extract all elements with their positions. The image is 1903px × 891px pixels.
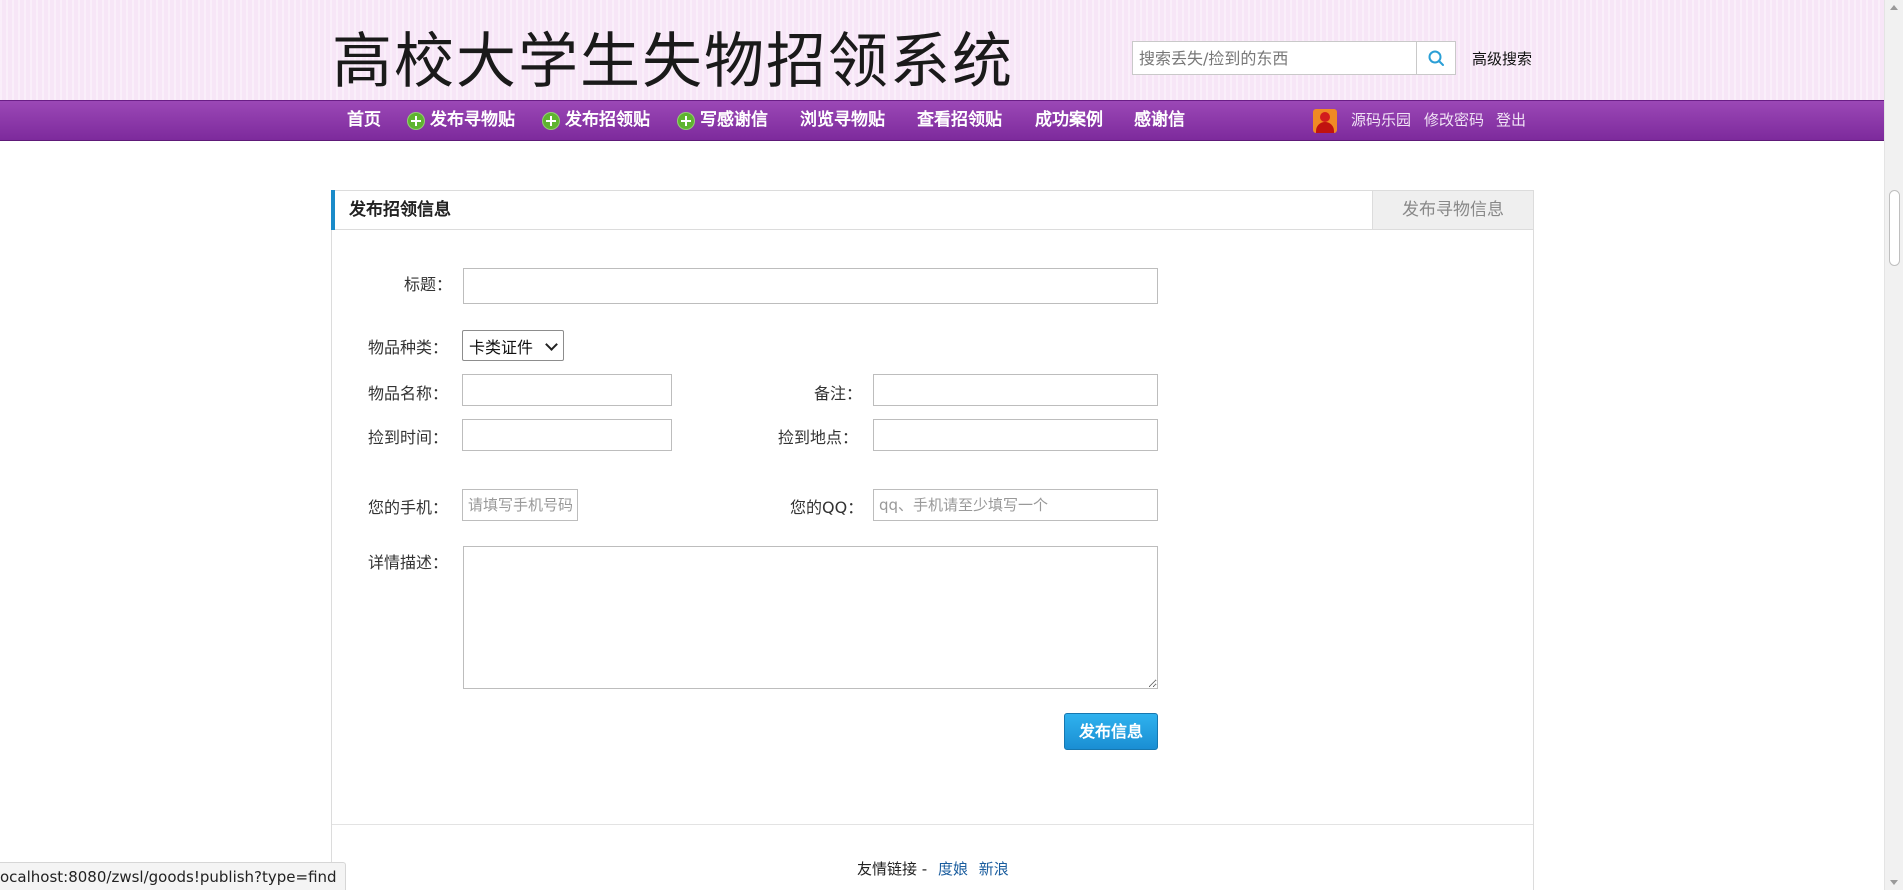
nav-label: 首页 bbox=[347, 110, 381, 130]
plus-circle-icon bbox=[542, 111, 560, 130]
friend-link-sina[interactable]: 新浪 bbox=[979, 860, 1009, 878]
scroll-up-icon[interactable] bbox=[1890, 5, 1898, 10]
found-place-label: 捡到地点： bbox=[778, 428, 859, 447]
nav-publish-lost[interactable]: 发布寻物贴 bbox=[407, 101, 515, 140]
site-header: 高校大学生失物招领系统 高级搜索 bbox=[0, 0, 1884, 100]
main-nav: 首页 发布寻物贴 发布招领贴 写感谢信 浏览寻物贴 查看招领贴 成功案例 感谢信… bbox=[0, 100, 1884, 141]
category-select[interactable]: 卡类证件 bbox=[462, 330, 564, 361]
nav-label: 发布寻物贴 bbox=[430, 110, 515, 130]
nav-label: 浏览寻物贴 bbox=[800, 110, 885, 130]
found-time-label: 捡到时间： bbox=[368, 428, 449, 447]
scroll-thumb[interactable] bbox=[1889, 190, 1900, 266]
search-input[interactable] bbox=[1133, 42, 1419, 74]
site-title: 高校大学生失物招领系统 bbox=[332, 27, 1014, 97]
change-password-link[interactable]: 修改密码 bbox=[1424, 101, 1484, 140]
plus-circle-icon bbox=[677, 111, 695, 130]
search-icon bbox=[1428, 50, 1444, 66]
category-selected-value: 卡类证件 bbox=[469, 337, 534, 357]
nav-label: 感谢信 bbox=[1134, 110, 1185, 130]
nav-home[interactable]: 首页 bbox=[347, 101, 381, 140]
nav-publish-found[interactable]: 发布招领贴 bbox=[542, 101, 650, 140]
nav-thanks-letters[interactable]: 感谢信 bbox=[1134, 101, 1185, 140]
category-label: 物品种类： bbox=[368, 338, 449, 357]
note-label: 备注： bbox=[814, 384, 863, 403]
nav-success-cases[interactable]: 成功案例 bbox=[1035, 101, 1103, 140]
friend-links: 友情链接 - 度娘 新浪 bbox=[857, 858, 1009, 879]
title-label: 标题： bbox=[404, 275, 453, 294]
scroll-down-icon[interactable] bbox=[1890, 880, 1898, 885]
page-scrollbar[interactable] bbox=[1884, 0, 1903, 890]
panel-title: 发布招领信息 bbox=[349, 200, 451, 220]
item-name-input[interactable] bbox=[462, 374, 672, 406]
nav-write-thanks[interactable]: 写感谢信 bbox=[677, 101, 768, 140]
browser-status-bar: ocalhost:8080/zwsl/goods!publish?type=fi… bbox=[0, 862, 346, 890]
friend-links-label: 友情链接 - bbox=[857, 860, 928, 878]
qq-input[interactable] bbox=[873, 489, 1158, 521]
title-input[interactable] bbox=[463, 268, 1158, 304]
search-button[interactable] bbox=[1416, 42, 1455, 74]
panel-header: 发布招领信息 发布寻物信息 bbox=[331, 190, 1533, 230]
qq-label: 您的QQ： bbox=[790, 498, 864, 517]
chevron-down-icon bbox=[545, 338, 558, 351]
submit-button[interactable]: 发布信息 bbox=[1064, 713, 1158, 750]
nav-label: 发布招领贴 bbox=[565, 110, 650, 130]
plus-circle-icon bbox=[407, 111, 425, 130]
tab-publish-lost[interactable]: 发布寻物信息 bbox=[1372, 191, 1533, 229]
phone-input[interactable] bbox=[462, 489, 578, 521]
user-name-link[interactable]: 源码乐园 bbox=[1351, 101, 1411, 140]
logout-link[interactable]: 登出 bbox=[1496, 101, 1526, 140]
description-label: 详情描述： bbox=[368, 553, 449, 572]
user-avatar[interactable] bbox=[1313, 109, 1337, 133]
nav-browse-lost[interactable]: 浏览寻物贴 bbox=[800, 101, 885, 140]
phone-label: 您的手机： bbox=[368, 498, 449, 517]
advanced-search-link[interactable]: 高级搜索 bbox=[1472, 48, 1532, 69]
nav-label: 查看招领贴 bbox=[917, 110, 1002, 130]
search-box bbox=[1132, 41, 1456, 75]
note-input[interactable] bbox=[873, 374, 1158, 406]
footer-divider bbox=[332, 824, 1533, 825]
nav-view-found[interactable]: 查看招领贴 bbox=[917, 101, 1002, 140]
nav-label: 成功案例 bbox=[1035, 110, 1103, 130]
found-time-input[interactable] bbox=[462, 419, 672, 451]
item-name-label: 物品名称： bbox=[368, 384, 449, 403]
panel-accent-bar bbox=[331, 190, 335, 230]
found-place-input[interactable] bbox=[873, 419, 1158, 451]
description-textarea[interactable] bbox=[463, 546, 1158, 689]
nav-label: 写感谢信 bbox=[700, 110, 768, 130]
friend-link-baidu[interactable]: 度娘 bbox=[938, 860, 968, 878]
